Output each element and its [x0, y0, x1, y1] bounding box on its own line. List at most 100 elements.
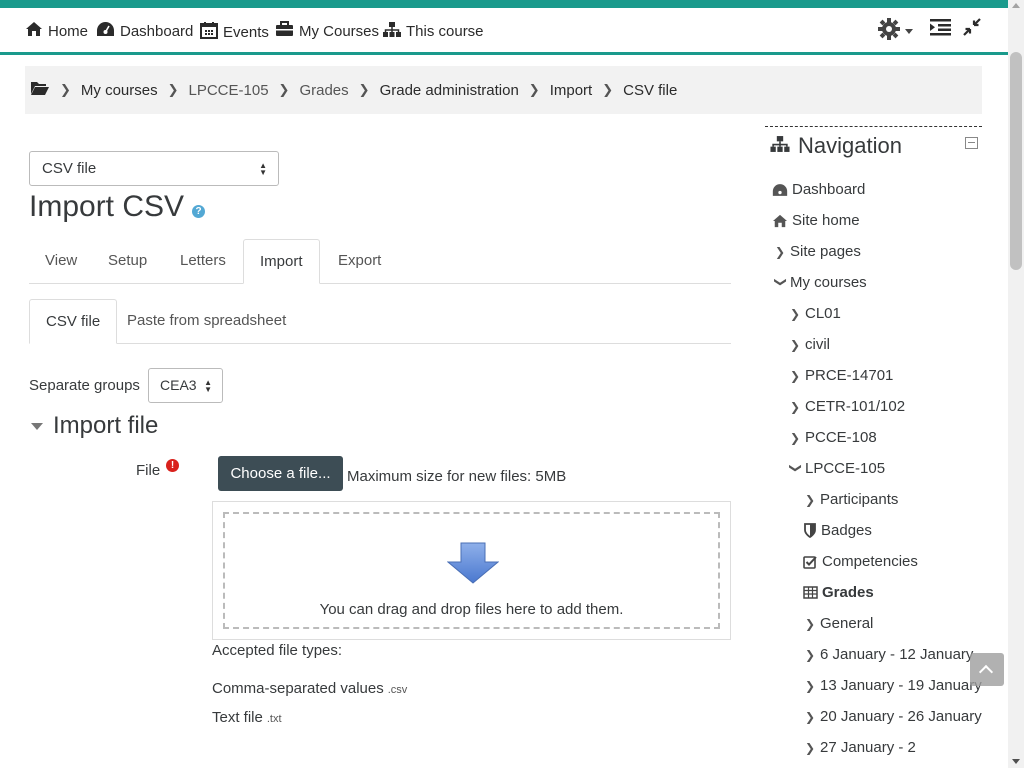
top-navbar: Home Dashboard Events My Courses This co…	[0, 8, 1008, 55]
file-type-item: Comma-separated values .csv	[212, 680, 407, 697]
nav-home[interactable]: Home	[25, 21, 88, 41]
chevron-down-icon: ❯	[774, 276, 788, 287]
nav-my-courses-label: My Courses	[299, 22, 380, 40]
nav-dashboard[interactable]: Dashboard	[96, 21, 193, 41]
sidebar-item-badges[interactable]: Badges	[803, 522, 872, 539]
sidebar-item-lpcce-105[interactable]: ❯ LPCCE-105	[789, 460, 886, 477]
nav-this-course[interactable]: This course	[383, 21, 484, 42]
sidebar-item-civil[interactable]: ❯ civil	[790, 336, 830, 353]
sidebar-item-prce-14701[interactable]: ❯ PRCE-14701	[790, 367, 893, 384]
navigation-title-text: Navigation	[798, 133, 902, 158]
sidebar-item-label: General	[820, 615, 874, 632]
scroll-up-icon[interactable]	[1012, 3, 1020, 8]
chevron-right-icon: ❯	[602, 82, 614, 97]
sidebar-item-week-2[interactable]: ❯ 13 January - 19 January	[805, 677, 982, 694]
grade-report-jump-select[interactable]: CSV file ▲ ▼	[29, 151, 279, 186]
sidebar-item-label: 27 January - 2	[820, 739, 916, 756]
groups-select-value: CEA3	[160, 377, 197, 393]
calendar-icon	[200, 21, 223, 43]
outdent-icon[interactable]	[930, 18, 951, 36]
top-accent-bar	[0, 0, 1024, 8]
sidebar-item-label: LPCCE-105	[805, 460, 886, 477]
file-type-ext: .csv	[387, 684, 408, 696]
breadcrumb-grade-administration[interactable]: Grade administration	[380, 82, 519, 99]
chevron-right-icon: ❯	[790, 368, 801, 383]
breadcrumb-import[interactable]: Import	[550, 82, 593, 99]
shield-icon	[803, 523, 817, 538]
sidebar-item-general[interactable]: ❯ General	[805, 615, 873, 632]
sidebar-item-label: PRCE-14701	[805, 367, 894, 384]
sidebar-item-site-home[interactable]: Site home	[772, 212, 860, 229]
folder-open-icon[interactable]	[30, 80, 50, 100]
breadcrumb-csv-file[interactable]: CSV file	[623, 82, 677, 99]
breadcrumb-grades[interactable]: Grades	[299, 82, 348, 99]
sidebar-item-site-pages[interactable]: ❯ Site pages	[775, 243, 861, 260]
sidebar-item-label: Site pages	[790, 243, 861, 260]
settings-menu[interactable]	[878, 18, 913, 44]
chevron-right-icon: ❯	[60, 82, 71, 97]
sidebar-item-label: 6 January - 12 January	[820, 646, 974, 663]
sidebar-item-dashboard[interactable]: Dashboard	[772, 181, 865, 198]
import-file-heading: Import file	[53, 412, 159, 439]
sidebar-item-label: Dashboard	[792, 181, 866, 198]
required-icon: !	[166, 459, 179, 472]
sidebar-item-week-4[interactable]: ❯ 27 January - 2	[805, 739, 916, 756]
dropzone-text: You can drag and drop files here to add …	[319, 601, 624, 618]
scroll-down-icon[interactable]	[1012, 759, 1020, 764]
sidebar-item-week-3[interactable]: ❯ 20 January - 26 January	[805, 708, 982, 725]
chevron-right-icon: ❯	[358, 82, 370, 97]
breadcrumb-course[interactable]: LPCCE-105	[189, 82, 269, 99]
subtab-paste-from-spreadsheet[interactable]: Paste from spreadsheet	[111, 299, 302, 344]
help-icon[interactable]: ?	[192, 204, 206, 218]
chevron-right-icon: ❯	[805, 678, 816, 693]
grade-tabs: View Setup Letters Import Export	[29, 239, 731, 284]
nav-this-course-label: This course	[406, 23, 484, 40]
tab-export[interactable]: Export	[322, 239, 397, 284]
breadcrumb-my-courses[interactable]: My courses	[81, 82, 158, 99]
breadcrumb: ❯ My courses ❯ LPCCE-105 ❯ Grades ❯ Grad…	[25, 66, 982, 114]
file-type-item: Text file .txt	[212, 709, 282, 726]
sitemap-icon	[383, 21, 406, 42]
nav-events[interactable]: Events	[200, 21, 269, 43]
compress-icon[interactable]	[963, 18, 981, 36]
collapse-block-icon[interactable]	[965, 137, 978, 149]
sidebar-item-pcce-108[interactable]: ❯ PCCE-108	[790, 429, 877, 446]
tab-letters[interactable]: Letters	[164, 239, 242, 284]
sidebar-item-participants[interactable]: ❯ Participants	[805, 491, 898, 508]
tab-view[interactable]: View	[29, 239, 93, 284]
separate-groups-select[interactable]: CEA3 ▲ ▼	[148, 368, 223, 403]
max-size-text: Maximum size for new files: 5MB	[347, 468, 567, 485]
chevron-right-icon: ❯	[790, 399, 801, 414]
tab-setup[interactable]: Setup	[92, 239, 163, 284]
sidebar-item-cl01[interactable]: ❯ CL01	[790, 305, 841, 322]
sidebar-item-grades[interactable]: Grades	[803, 584, 874, 601]
chevron-right-icon: ❯	[805, 709, 816, 724]
back-to-top-button[interactable]	[970, 653, 1004, 686]
subtab-csv-file[interactable]: CSV file	[29, 299, 118, 344]
home-icon	[772, 214, 788, 228]
separate-groups-label: Separate groups	[29, 377, 140, 394]
sidebar-item-week-1[interactable]: ❯ 6 January - 12 January	[805, 646, 973, 663]
dropzone-dashed-area[interactable]: You can drag and drop files here to add …	[223, 512, 720, 629]
select-arrows-icon: ▲ ▼	[204, 378, 212, 394]
select-arrows-icon: ▲ ▼	[259, 161, 267, 177]
page-scrollbar[interactable]	[1008, 0, 1024, 768]
tab-import[interactable]: Import	[243, 239, 320, 284]
chevron-right-icon: ❯	[805, 647, 816, 662]
sidebar-item-competencies[interactable]: Competencies	[803, 553, 918, 570]
choose-file-button[interactable]: Choose a file...	[218, 456, 343, 491]
sidebar-item-label: civil	[805, 336, 830, 353]
nav-events-label: Events	[223, 23, 269, 41]
nav-my-courses[interactable]: My Courses	[275, 21, 379, 41]
file-type-name: Text file	[212, 709, 263, 726]
nav-home-label: Home	[48, 22, 89, 40]
sidebar-item-cetr-101-102[interactable]: ❯ CETR-101/102	[790, 398, 905, 415]
chevron-right-icon: ❯	[790, 430, 801, 445]
file-type-ext: .txt	[266, 713, 282, 725]
sidebar-item-my-courses[interactable]: ❯ My courses	[774, 274, 867, 291]
arrow-down-icon	[446, 542, 500, 588]
sidebar-item-label: Participants	[820, 491, 899, 508]
file-dropzone[interactable]: You can drag and drop files here to add …	[212, 501, 731, 640]
scrollbar-thumb[interactable]	[1010, 52, 1022, 270]
import-file-section-toggle[interactable]: Import file	[29, 412, 158, 440]
